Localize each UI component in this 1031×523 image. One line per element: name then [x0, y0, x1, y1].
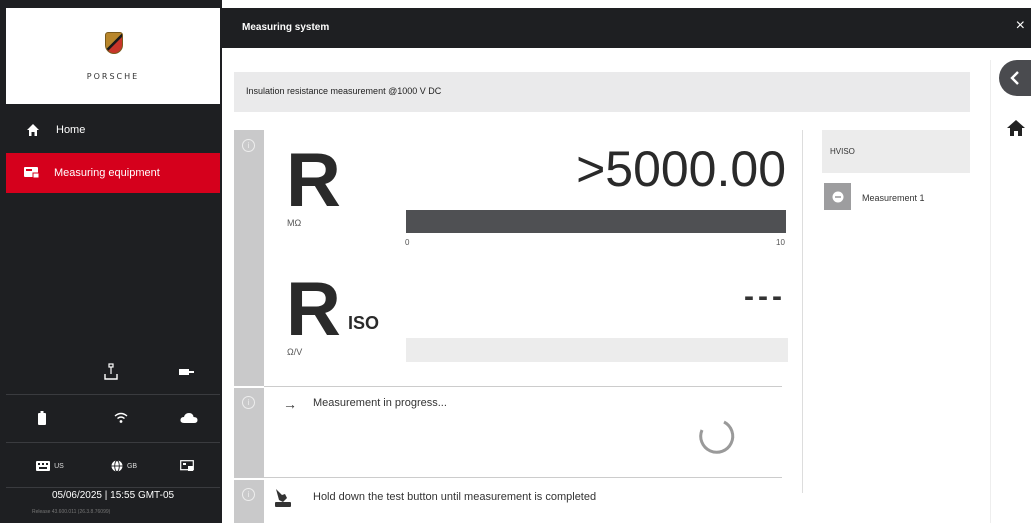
divider — [6, 394, 220, 395]
chevron-left-icon — [1010, 71, 1019, 85]
sidebar-item-measuring-equipment[interactable]: Measuring equipment — [6, 153, 220, 193]
home-icon — [1007, 120, 1025, 136]
info-icon[interactable]: i — [242, 488, 255, 501]
divider — [6, 487, 220, 488]
window-title: Measuring system — [242, 22, 330, 33]
keyboard-layout-label: US — [54, 462, 64, 470]
arrow-right-icon: → — [283, 396, 297, 412]
brand-wordmark: PORSCHE — [86, 72, 140, 81]
scale-max-label: 10 — [776, 238, 785, 247]
battery-icon[interactable] — [32, 398, 52, 438]
measuring-equipment-icon — [24, 167, 40, 179]
porsche-crest-icon — [105, 32, 123, 54]
language-label: GB — [126, 462, 138, 470]
back-button[interactable] — [999, 60, 1031, 96]
scale-min-label: 0 — [405, 238, 410, 247]
globe-icon — [111, 460, 123, 472]
info-icon[interactable]: i — [242, 396, 255, 409]
riso-subscript: ISO — [348, 313, 380, 333]
list-item-measurement[interactable]: Measurement 1 — [822, 181, 970, 215]
resistance-unit: MΩ — [287, 218, 302, 228]
status-row-connections — [6, 352, 220, 392]
info-icon[interactable]: i — [242, 139, 255, 152]
divider — [802, 130, 803, 493]
date-time: 05/06/2025 | 15:55 GMT-05 — [51, 490, 175, 501]
press-button-icon — [275, 489, 291, 507]
pending-status-icon — [824, 183, 851, 210]
measurement-header: Insulation resistance measurement @1000 … — [234, 72, 970, 112]
cloud-icon[interactable] — [174, 398, 204, 438]
measurement-title: Insulation resistance measurement @1000 … — [246, 86, 442, 96]
group-label: HVISO — [830, 147, 855, 156]
sidebar-item-home[interactable]: Home — [6, 114, 220, 146]
resistance-bar — [406, 210, 786, 233]
screen-settings-icon[interactable] — [172, 446, 202, 486]
riso-unit: Ω/V — [287, 347, 303, 357]
home-icon — [27, 124, 39, 136]
keyboard-layout-button[interactable]: US — [28, 446, 72, 486]
divider — [264, 386, 782, 387]
status-row-locale: US GB — [6, 446, 220, 486]
home-button[interactable] — [1006, 118, 1026, 138]
keyboard-icon — [36, 461, 51, 471]
top-bar: Measuring system × — [222, 8, 1031, 48]
logo: PORSCHE — [6, 8, 220, 104]
divider — [6, 442, 220, 443]
wifi-icon[interactable] — [106, 398, 136, 438]
close-button[interactable]: × — [1016, 17, 1025, 35]
sidebar-item-label: Measuring equipment — [54, 167, 160, 179]
progress-message: Measurement in progress... — [313, 397, 447, 409]
riso-bar — [406, 338, 788, 362]
divider — [990, 60, 991, 523]
vehicle-connection-icon[interactable] — [172, 352, 202, 392]
app-root: PORSCHE Home Measuring equipment US GB 0… — [0, 0, 1031, 523]
resistance-symbol: R — [286, 138, 341, 223]
list-item-label: Measurement 1 — [862, 193, 925, 203]
riso-value: --- — [744, 280, 786, 313]
instruction-message: Hold down the test button until measurem… — [313, 491, 597, 503]
version-text: Release 43.600.011 (26.3.8.76099) — [32, 509, 111, 515]
divider — [234, 478, 264, 480]
sidebar-item-label: Home — [56, 124, 86, 136]
language-button[interactable]: GB — [102, 446, 146, 486]
panel-gutter: i i i — [234, 130, 264, 523]
sidebar: PORSCHE — [0, 0, 222, 523]
divider — [264, 477, 782, 478]
group-header-hviso: HVISO — [822, 130, 970, 173]
riso-symbol: R — [286, 267, 341, 352]
resistance-value: >5000.00 — [576, 141, 786, 197]
status-row-system — [6, 398, 220, 438]
divider — [234, 386, 264, 388]
loading-spinner-icon — [699, 420, 735, 454]
vci-connection-icon[interactable] — [96, 352, 126, 392]
resistance-bar-fill — [406, 210, 786, 233]
